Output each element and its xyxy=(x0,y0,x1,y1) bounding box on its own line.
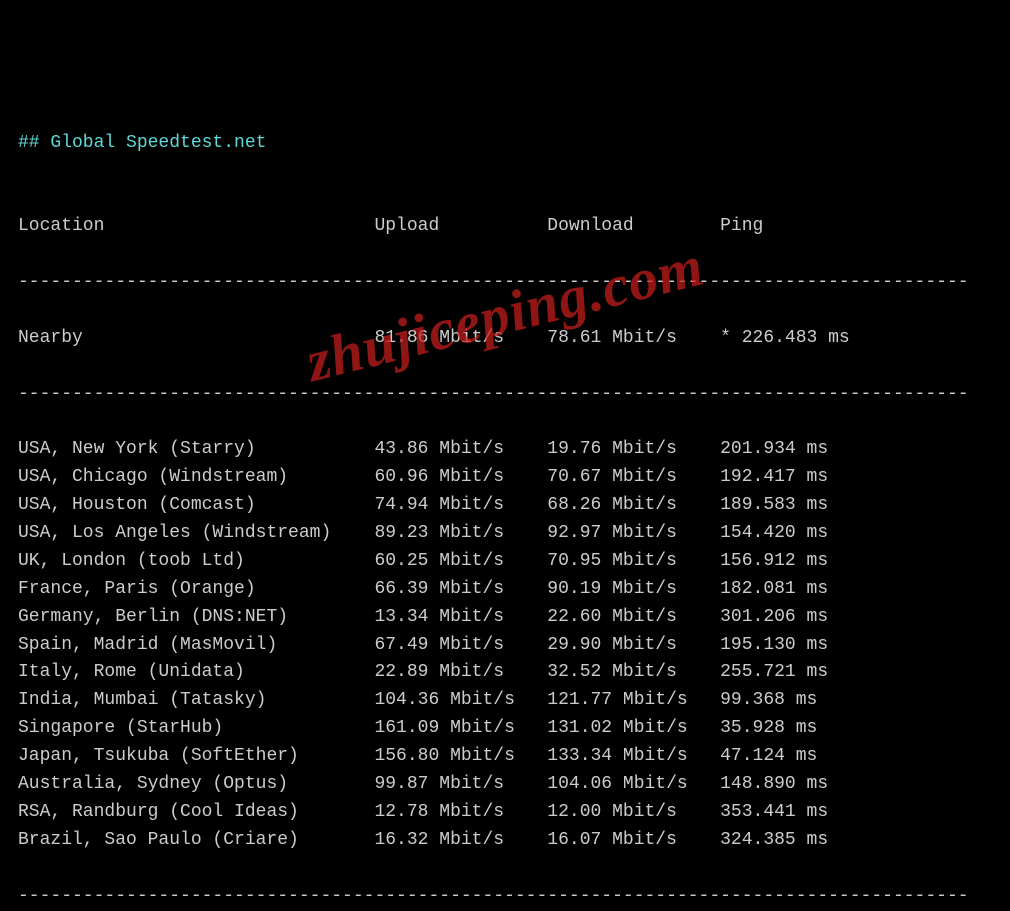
divider-3: ----------------------------------------… xyxy=(18,886,969,906)
divider-2: ----------------------------------------… xyxy=(18,384,969,404)
nearby-row: Nearby 81.86 Mbit/s 78.61 Mbit/s * 226.4… xyxy=(18,328,850,348)
table-header-row: Location Upload Download Ping xyxy=(18,216,763,236)
watermark-text: zhujiceping.com xyxy=(297,221,713,407)
table-body: USA, New York (Starry) 43.86 Mbit/s 19.7… xyxy=(18,439,828,849)
divider-1: ----------------------------------------… xyxy=(18,272,969,292)
section-title: ## Global Speedtest.net xyxy=(18,133,266,153)
